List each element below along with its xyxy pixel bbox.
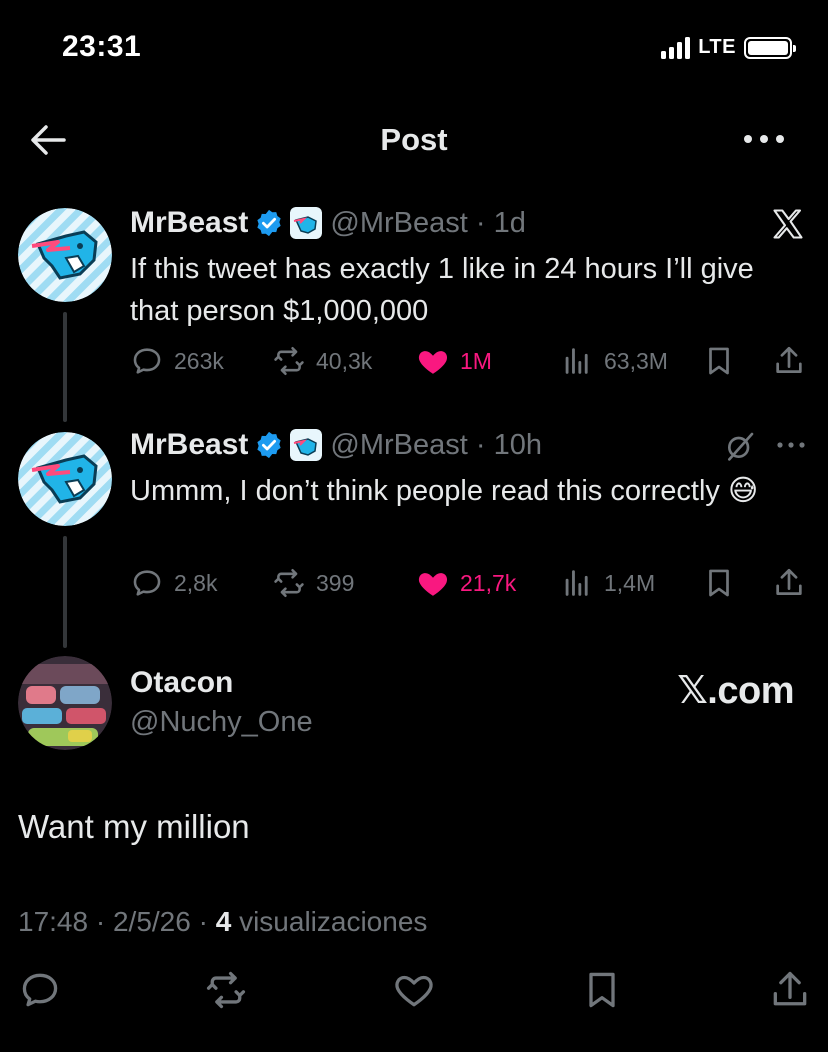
like-count: 1M	[460, 347, 492, 374]
main-post: Otacon @Nuchy_One 𝕏.com Want my million …	[0, 650, 828, 950]
share-icon[interactable]	[772, 566, 806, 600]
more-options-icon[interactable]	[776, 440, 806, 450]
author-handle[interactable]: @Nuchy_One	[130, 706, 313, 739]
affiliate-badge-icon	[290, 429, 323, 461]
repost-icon	[274, 346, 304, 376]
post-meta: 17:48 · 2/5/26 · 4 visualizaciones	[18, 906, 428, 937]
tweet-text: Ummm, I don’t think people read this cor…	[130, 475, 759, 507]
grok-icon[interactable]	[724, 430, 756, 462]
reply-icon	[133, 348, 161, 374]
share-icon[interactable]	[768, 968, 812, 1012]
verified-badge-icon	[257, 431, 281, 459]
status-indicators: LTE	[661, 36, 796, 59]
thread-tweet-1[interactable]: MrBeast @MrBeast · 1d If this tweet has …	[0, 200, 828, 422]
like-button[interactable]: 21,7k	[416, 566, 516, 600]
bookmark-icon[interactable]	[702, 566, 736, 600]
watermark: 𝕏.com	[677, 670, 794, 712]
mrbeast-logo-icon	[18, 208, 112, 302]
signal-icon	[661, 36, 691, 59]
bookmark-icon[interactable]	[580, 968, 624, 1012]
heart-filled-icon	[418, 351, 448, 374]
author-handle: @MrBeast · 10h	[330, 428, 542, 461]
reply-icon	[133, 570, 161, 596]
views-count: 63,3M	[604, 347, 668, 374]
more-options-icon[interactable]	[740, 126, 788, 152]
author-name[interactable]: MrBeast	[130, 428, 248, 462]
thread-tweet-2[interactable]: MrBeast @MrBeast · 10h Ummm, I don’t thi…	[0, 422, 828, 652]
views-button[interactable]: 63,3M	[560, 344, 668, 378]
tweet-text: If this tweet has exactly 1 like in 24 h…	[130, 253, 754, 327]
tweet-header: MrBeast @MrBeast · 1d	[130, 206, 526, 240]
thread-connector	[63, 536, 67, 648]
like-button[interactable]: 1M	[416, 344, 492, 378]
heart-icon[interactable]	[392, 968, 436, 1012]
verified-badge-icon	[257, 209, 281, 237]
repost-button[interactable]: 40,3k	[272, 344, 372, 378]
repost-count: 40,3k	[316, 347, 373, 374]
network-label: LTE	[698, 36, 736, 58]
views-icon	[565, 348, 588, 374]
post-text: Want my million	[18, 808, 250, 845]
tweet-actions: 2,8k 399 21,7k 1,4M	[130, 566, 810, 606]
post-time: 17:48	[18, 906, 89, 937]
views-label: visualizaciones	[239, 906, 428, 937]
avatar[interactable]	[18, 656, 112, 750]
avatar[interactable]	[18, 208, 112, 302]
repost-button[interactable]: 399	[272, 566, 354, 600]
thread-connector	[63, 312, 67, 422]
reply-button[interactable]: 263k	[130, 344, 224, 378]
views-count: 1,4M	[604, 569, 656, 596]
tweet-time: 10h	[493, 428, 542, 461]
graffiti-avatar-icon	[18, 656, 112, 750]
views-icon	[565, 570, 588, 596]
author-name[interactable]: Otacon	[130, 666, 233, 700]
tweet-header: MrBeast @MrBeast · 10h	[130, 428, 542, 462]
author-name[interactable]: MrBeast	[130, 206, 248, 240]
heart-filled-icon	[418, 573, 448, 596]
reply-count: 263k	[174, 347, 224, 374]
status-bar: 23:31 LTE	[0, 0, 828, 100]
status-time: 23:31	[62, 30, 142, 63]
like-count: 21,7k	[460, 569, 517, 596]
post-action-bar	[0, 968, 828, 1018]
bookmark-icon[interactable]	[702, 344, 736, 378]
nav-bar: Post	[0, 110, 828, 170]
reply-count: 2,8k	[174, 569, 218, 596]
post-date: 2/5/26	[112, 906, 191, 937]
share-icon[interactable]	[772, 344, 806, 378]
battery-icon	[744, 36, 796, 59]
author-handle: @MrBeast · 1d	[330, 206, 526, 239]
reply-button[interactable]: 2,8k	[130, 566, 217, 600]
tweet-actions: 263k 40,3k 1M 63,3M	[130, 344, 810, 384]
repost-icon[interactable]	[204, 968, 248, 1012]
mrbeast-logo-icon	[18, 432, 112, 526]
views-button[interactable]: 1,4M	[560, 566, 655, 600]
reply-icon[interactable]	[18, 968, 62, 1012]
repost-icon	[274, 568, 304, 598]
tweet-time: 1d	[493, 206, 526, 239]
x-logo-icon	[773, 209, 803, 239]
repost-count: 399	[316, 569, 355, 596]
views-count: 4	[215, 906, 232, 937]
avatar[interactable]	[18, 432, 112, 526]
page-title: Post	[380, 122, 448, 157]
affiliate-badge-icon	[290, 207, 323, 239]
